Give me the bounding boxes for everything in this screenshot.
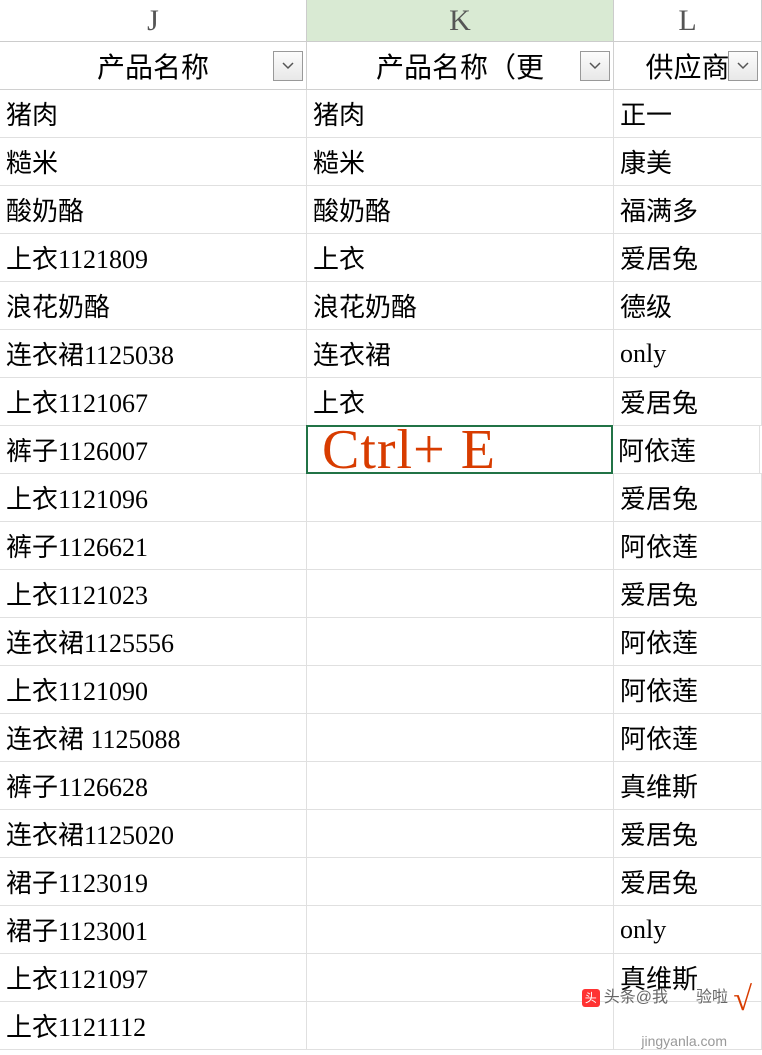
chevron-down-icon <box>737 62 749 70</box>
cell-k[interactable] <box>307 666 614 713</box>
table-row: 浪花奶酪浪花奶酪德级 <box>0 282 762 330</box>
cell-k[interactable]: 浪花奶酪 <box>307 282 614 329</box>
table-row: 连衣裙1125038连衣裙only <box>0 330 762 378</box>
table-row: 上衣1121809上衣爱居兔 <box>0 234 762 282</box>
cell-k[interactable]: 上衣 <box>307 234 614 281</box>
cell-j[interactable]: 上衣1121096 <box>0 474 307 521</box>
header-label-j: 产品名称 <box>97 46 209 86</box>
cell-l[interactable]: 爱居兔 <box>614 858 762 905</box>
header-cell-l: 供应商 <box>614 42 762 89</box>
cell-l[interactable]: 正一 <box>614 90 762 137</box>
cell-l[interactable]: 阿依莲 <box>612 426 760 473</box>
watermark-jingyanla: jingyanla.com <box>641 1033 727 1049</box>
table-row: 糙米糙米康美 <box>0 138 762 186</box>
cell-j[interactable]: 上衣1121809 <box>0 234 307 281</box>
table-row: 连衣裙1125020 爱居兔 <box>0 810 762 858</box>
cell-l[interactable]: 德级 <box>614 282 762 329</box>
filter-button-k[interactable] <box>580 51 610 81</box>
cell-k[interactable] <box>307 954 614 1001</box>
column-headers-row: J K L <box>0 0 762 42</box>
cell-l[interactable]: 阿依莲 <box>614 714 762 761</box>
cell-j[interactable]: 裙子1123001 <box>0 906 307 953</box>
cell-k[interactable] <box>307 906 614 953</box>
cell-k[interactable] <box>307 858 614 905</box>
header-label-l: 供应商 <box>645 46 729 86</box>
cell-l[interactable]: 爱居兔 <box>614 474 762 521</box>
cell-l[interactable]: 阿依莲 <box>614 618 762 665</box>
overlay-annotation: Ctrl+ E <box>322 418 496 482</box>
table-row: 裤子1126628 真维斯 <box>0 762 762 810</box>
table-row: 裤子1126621 阿依莲 <box>0 522 762 570</box>
watermark-toutiao-text: 头条@我 <box>604 989 668 1006</box>
cell-l[interactable]: 康美 <box>614 138 762 185</box>
cell-l[interactable]: 真维斯 <box>614 762 762 809</box>
cell-j[interactable]: 猪肉 <box>0 90 307 137</box>
cell-j[interactable]: 裙子1123019 <box>0 858 307 905</box>
cell-j[interactable]: 连衣裙 1125088 <box>0 714 307 761</box>
column-header-j[interactable]: J <box>0 0 307 41</box>
cell-j[interactable]: 糙米 <box>0 138 307 185</box>
filter-button-l[interactable] <box>728 51 758 81</box>
cell-l[interactable]: 阿依莲 <box>614 522 762 569</box>
cell-j[interactable]: 裤子1126007 <box>0 426 307 473</box>
cell-j[interactable]: 连衣裙1125020 <box>0 810 307 857</box>
cell-k[interactable] <box>307 714 614 761</box>
cell-l[interactable]: 爱居兔 <box>614 378 762 425</box>
cell-j[interactable]: 上衣1121023 <box>0 570 307 617</box>
cell-l[interactable]: 福满多 <box>614 186 762 233</box>
data-rows: 猪肉猪肉正一糙米糙米康美酸奶酪酸奶酪福满多上衣1121809上衣爱居兔浪花奶酪浪… <box>0 90 762 1050</box>
cell-k[interactable]: 连衣裙 <box>307 330 614 377</box>
cell-l[interactable]: 阿依莲 <box>614 666 762 713</box>
column-header-l[interactable]: L <box>614 0 762 41</box>
cell-j[interactable]: 裤子1126621 <box>0 522 307 569</box>
cell-l[interactable]: only <box>614 906 762 953</box>
cell-l[interactable]: 爱居兔 <box>614 234 762 281</box>
table-row: 猪肉猪肉正一 <box>0 90 762 138</box>
filter-button-j[interactable] <box>273 51 303 81</box>
header-cell-k: 产品名称（更 <box>307 42 614 89</box>
cell-j[interactable]: 酸奶酪 <box>0 186 307 233</box>
cell-j[interactable]: 上衣1121097 <box>0 954 307 1001</box>
chevron-down-icon <box>282 62 294 70</box>
toutiao-icon: 头 <box>582 989 600 1007</box>
spreadsheet-grid: J K L 产品名称 产品名称（更 供应商 猪肉猪肉正一糙米糙米康美酸奶酪酸奶酪… <box>0 0 762 1050</box>
table-row: 上衣1121023 爱居兔 <box>0 570 762 618</box>
table-row: 裙子1123019 爱居兔 <box>0 858 762 906</box>
cell-k[interactable]: 糙米 <box>307 138 614 185</box>
cell-j[interactable]: 连衣裙1125556 <box>0 618 307 665</box>
header-cell-j: 产品名称 <box>0 42 307 89</box>
watermark-toutiao: 头头条@我 验啦 <box>582 983 728 1007</box>
cell-j[interactable]: 浪花奶酪 <box>0 282 307 329</box>
cell-j[interactable]: 连衣裙1125038 <box>0 330 307 377</box>
cell-k[interactable] <box>307 810 614 857</box>
table-row: 连衣裙 1125088 阿依莲 <box>0 714 762 762</box>
cell-k[interactable] <box>307 522 614 569</box>
column-header-k[interactable]: K <box>307 0 614 41</box>
table-row: 酸奶酪酸奶酪福满多 <box>0 186 762 234</box>
cell-k[interactable]: 酸奶酪 <box>307 186 614 233</box>
cell-l[interactable]: 爱居兔 <box>614 810 762 857</box>
table-row: 上衣1121090 阿依莲 <box>0 666 762 714</box>
chevron-down-icon <box>589 62 601 70</box>
table-row: 连衣裙1125556 阿依莲 <box>0 618 762 666</box>
cell-k[interactable] <box>307 762 614 809</box>
table-row: 裙子1123001 only <box>0 906 762 954</box>
cell-l[interactable]: only <box>614 330 762 377</box>
cell-j[interactable]: 裤子1126628 <box>0 762 307 809</box>
cell-j[interactable]: 上衣1121067 <box>0 378 307 425</box>
cell-j[interactable]: 上衣1121090 <box>0 666 307 713</box>
header-label-k: 产品名称（更 <box>376 46 544 86</box>
cell-k[interactable] <box>307 570 614 617</box>
watermark-toutiao-suffix: 验啦 <box>696 989 728 1006</box>
filter-header-row: 产品名称 产品名称（更 供应商 <box>0 42 762 90</box>
cell-k[interactable] <box>307 618 614 665</box>
cell-k[interactable]: 猪肉 <box>307 90 614 137</box>
checkmark-icon: √ <box>733 981 752 1019</box>
cell-l[interactable]: 爱居兔 <box>614 570 762 617</box>
cell-j[interactable]: 上衣1121112 <box>0 1002 307 1049</box>
cell-k[interactable] <box>307 1002 614 1049</box>
